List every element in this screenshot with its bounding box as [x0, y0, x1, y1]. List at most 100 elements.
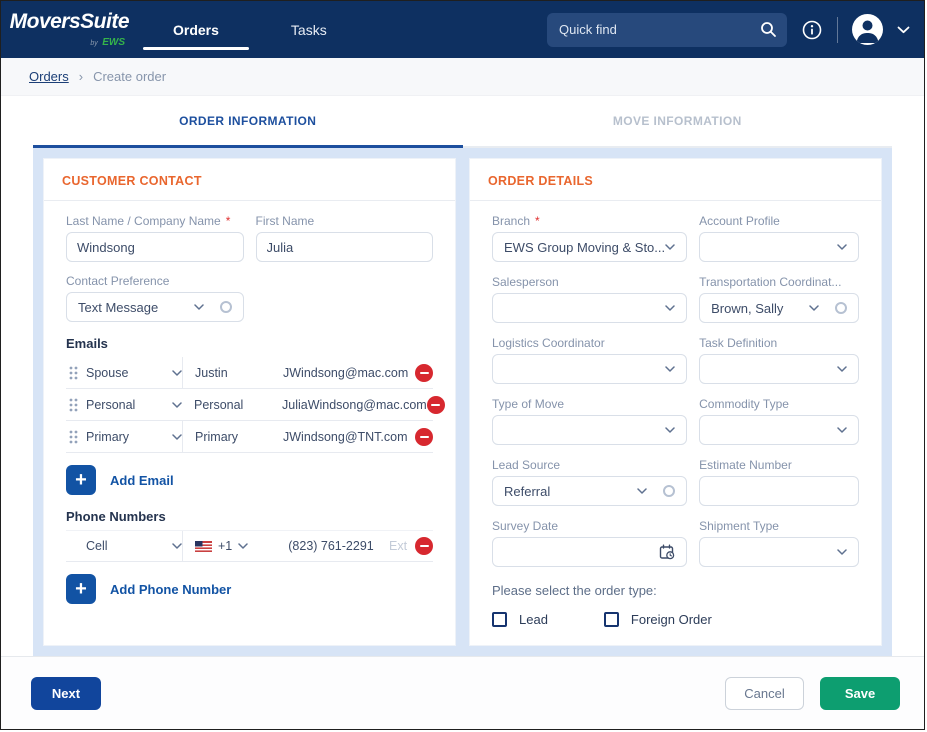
- save-button[interactable]: Save: [820, 677, 900, 710]
- top-navbar: MoversSuite by EWS Orders Tasks: [1, 1, 924, 58]
- column-divider: [182, 531, 183, 561]
- email-name[interactable]: Justin: [195, 366, 283, 380]
- commodity-type-label: Commodity Type: [699, 397, 789, 411]
- chevron-down-icon: [837, 244, 847, 250]
- tab-order-information[interactable]: ORDER INFORMATION: [33, 96, 463, 148]
- shipment-type-select[interactable]: [699, 537, 859, 567]
- lead-source-select[interactable]: Referral: [492, 476, 687, 506]
- email-type-select[interactable]: Spouse: [86, 366, 182, 380]
- phone-type-select[interactable]: Cell: [86, 539, 182, 553]
- drag-handle-icon[interactable]: [66, 366, 86, 380]
- remove-email-button[interactable]: [415, 428, 433, 446]
- nav-tab-tasks[interactable]: Tasks: [255, 1, 363, 58]
- type-of-move-field: Type of Move: [492, 397, 687, 445]
- transportation-coordinator-field: Transportation Coordinat... Brown, Sally: [699, 275, 859, 323]
- last-name-input[interactable]: [66, 232, 244, 262]
- email-address[interactable]: JuliaWindsong@mac.com: [282, 398, 427, 412]
- salesperson-label: Salesperson: [492, 275, 559, 289]
- task-definition-label: Task Definition: [699, 336, 777, 350]
- cancel-button[interactable]: Cancel: [725, 677, 804, 710]
- nav-tab-tasks-label: Tasks: [291, 22, 327, 38]
- email-address[interactable]: JWindsong@TNT.com: [283, 430, 415, 444]
- plus-icon: +: [66, 465, 96, 495]
- add-email-label: Add Email: [110, 473, 174, 488]
- transportation-coordinator-select[interactable]: Brown, Sally: [699, 293, 859, 323]
- email-type-select[interactable]: Primary: [86, 430, 182, 444]
- clear-icon[interactable]: [220, 301, 232, 313]
- minus-icon: [420, 436, 429, 438]
- account-profile-label: Account Profile: [699, 214, 780, 228]
- user-icon: [852, 14, 883, 45]
- quick-find[interactable]: [547, 13, 787, 47]
- quick-find-input[interactable]: [559, 22, 760, 37]
- email-type-select[interactable]: Personal: [86, 398, 182, 412]
- logo-company-text: EWS: [102, 37, 125, 48]
- lead-checkbox-label: Lead: [519, 612, 548, 627]
- drag-handle-icon[interactable]: [66, 430, 86, 444]
- email-type-value: Personal: [86, 398, 164, 412]
- phone-numbers-heading: Phone Numbers: [66, 509, 433, 524]
- required-marker: *: [535, 214, 540, 228]
- task-definition-field: Task Definition: [699, 336, 859, 384]
- user-menu-chevron-icon[interactable]: [897, 26, 910, 34]
- tab-move-information[interactable]: MOVE INFORMATION: [463, 96, 893, 148]
- branch-select[interactable]: EWS Group Moving & Sto...: [492, 232, 687, 262]
- survey-date-input[interactable]: [492, 537, 687, 567]
- action-bar: Next Cancel Save: [1, 656, 924, 729]
- minus-icon: [420, 372, 429, 374]
- phone-ext-placeholder[interactable]: Ext: [389, 539, 415, 553]
- minus-icon: [431, 404, 440, 406]
- order-details-title: ORDER DETAILS: [470, 159, 881, 201]
- remove-email-button[interactable]: [427, 396, 445, 414]
- type-of-move-select[interactable]: [492, 415, 687, 445]
- commodity-type-select[interactable]: [699, 415, 859, 445]
- breadcrumb-orders-link[interactable]: Orders: [29, 69, 69, 84]
- foreign-order-checkbox[interactable]: Foreign Order: [604, 612, 712, 627]
- brand-logo[interactable]: MoversSuite by EWS: [11, 11, 129, 49]
- customer-contact-panel: CUSTOMER CONTACT Last Name / Company Nam…: [43, 158, 456, 646]
- logistics-coordinator-select[interactable]: [492, 354, 687, 384]
- calendar-icon[interactable]: [659, 544, 675, 560]
- chevron-down-icon: [665, 427, 675, 433]
- next-button[interactable]: Next: [31, 677, 101, 710]
- email-name[interactable]: Primary: [195, 430, 283, 444]
- contact-preference-select[interactable]: Text Message: [66, 292, 244, 322]
- clear-icon[interactable]: [663, 485, 675, 497]
- country-code-select[interactable]: +1: [195, 539, 273, 553]
- search-icon[interactable]: [760, 21, 777, 38]
- navbar-divider: [837, 17, 838, 43]
- chevron-down-icon: [637, 488, 647, 494]
- first-name-input[interactable]: [256, 232, 434, 262]
- first-name-label: First Name: [256, 214, 315, 228]
- info-icon[interactable]: [801, 19, 823, 41]
- avatar[interactable]: [852, 14, 883, 45]
- email-name[interactable]: Personal: [194, 398, 282, 412]
- phone-number[interactable]: (823) 761-2291: [273, 539, 389, 553]
- chevron-down-icon: [238, 543, 248, 549]
- remove-email-button[interactable]: [415, 364, 433, 382]
- task-definition-select[interactable]: [699, 354, 859, 384]
- lead-checkbox-box[interactable]: [492, 612, 507, 627]
- add-phone-button[interactable]: + Add Phone Number: [66, 574, 433, 604]
- foreign-order-checkbox-label: Foreign Order: [631, 612, 712, 627]
- nav-tab-orders[interactable]: Orders: [137, 1, 255, 58]
- foreign-order-checkbox-box[interactable]: [604, 612, 619, 627]
- required-marker: *: [226, 214, 231, 228]
- order-type-options: Lead Foreign Order: [492, 612, 859, 627]
- transportation-coordinator-label: Transportation Coordinat...: [699, 275, 841, 289]
- type-of-move-label: Type of Move: [492, 397, 564, 411]
- remove-phone-button[interactable]: [415, 537, 433, 555]
- salesperson-select[interactable]: [492, 293, 687, 323]
- add-email-button[interactable]: + Add Email: [66, 465, 433, 495]
- email-row: Primary Primary JWindsong@TNT.com: [66, 421, 433, 453]
- lead-checkbox[interactable]: Lead: [492, 612, 548, 627]
- account-profile-select[interactable]: [699, 232, 859, 262]
- chevron-down-icon: [837, 549, 847, 555]
- drag-handle-icon[interactable]: [66, 398, 86, 412]
- email-address[interactable]: JWindsong@mac.com: [283, 366, 415, 380]
- estimate-number-input[interactable]: [699, 476, 859, 506]
- chevron-down-icon: [172, 370, 182, 376]
- last-name-field: Last Name / Company Name*: [66, 214, 244, 262]
- clear-icon[interactable]: [835, 302, 847, 314]
- salesperson-field: Salesperson: [492, 275, 687, 323]
